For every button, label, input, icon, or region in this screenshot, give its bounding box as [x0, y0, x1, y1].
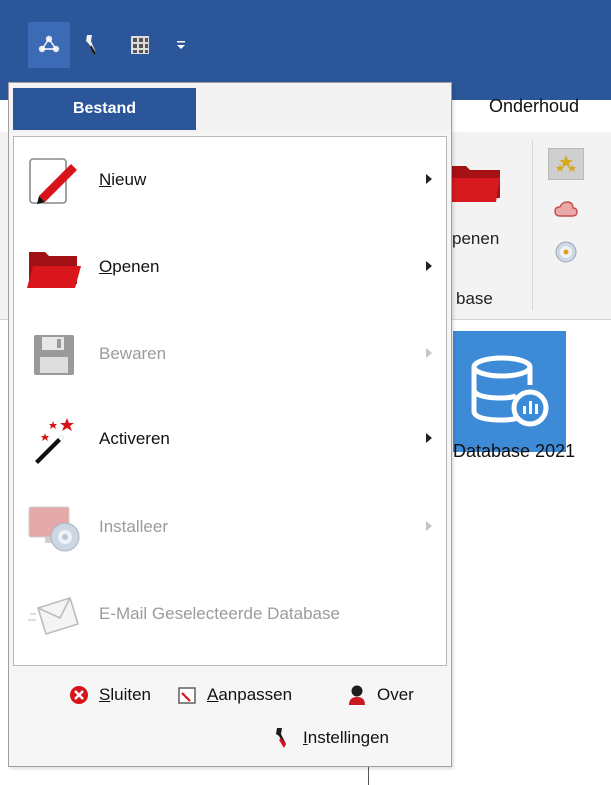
settings-button[interactable]: Instellingen — [271, 723, 389, 753]
menu-item-label: ieuw — [111, 170, 147, 189]
open-ribbon-label[interactable]: penen — [452, 229, 499, 249]
menu-item-bewaren: Bewaren — [14, 323, 446, 385]
menu-item-label: E-Mail Geselecteerde Database — [99, 604, 340, 623]
network-icon[interactable] — [28, 22, 70, 68]
envelope-icon — [26, 589, 82, 641]
new-document-icon — [26, 155, 82, 207]
open-folder-icon — [26, 242, 82, 294]
stars-icon[interactable] — [548, 148, 584, 180]
cloud-icon[interactable] — [548, 193, 584, 225]
close-label: luiten — [110, 685, 151, 704]
tab-onderhoud[interactable]: Onderhoud — [489, 96, 579, 117]
user-icon — [345, 683, 369, 707]
about-button[interactable]: Over — [345, 680, 414, 710]
database-label[interactable]: Database 2021 — [453, 441, 575, 462]
ribbon-group-label: base — [456, 289, 493, 308]
hotkey-a: A — [207, 685, 219, 704]
install-disc-icon — [26, 502, 82, 554]
grid-icon[interactable] — [128, 22, 152, 68]
menu-item-nieuw[interactable]: Nieuw — [14, 149, 446, 211]
hotkey-s: S — [99, 685, 111, 704]
close-circle-icon — [67, 683, 91, 707]
settings-label: nstellingen — [307, 728, 390, 747]
menu-item-email: E-Mail Geselecteerde Database — [14, 583, 446, 645]
database-icon — [471, 355, 548, 426]
save-icon — [26, 329, 82, 381]
hotkey-n: N — [99, 170, 112, 189]
hotkey-o: O — [99, 257, 113, 276]
cd-icon[interactable] — [548, 236, 584, 268]
settings-wrench-icon — [271, 726, 295, 750]
file-menu: Bestand Nieuw Openen Bewaren Activeren I… — [8, 82, 452, 767]
database-tile[interactable] — [453, 331, 566, 452]
menu-item-label: Installeer — [99, 517, 168, 536]
submenu-arrow-icon — [426, 433, 432, 443]
menu-item-label: Bewaren — [99, 344, 167, 363]
close-button[interactable]: Sluiten — [67, 680, 151, 710]
menu-item-activeren[interactable]: Activeren — [14, 408, 446, 470]
menu-item-label: Activeren — [99, 429, 170, 448]
open-ribbon-icon[interactable] — [452, 158, 500, 204]
wrench-icon[interactable] — [80, 22, 102, 68]
menu-item-label: penen — [112, 257, 160, 276]
menu-items-panel: Nieuw Openen Bewaren Activeren Installee… — [13, 136, 447, 666]
customize-qat-icon[interactable] — [172, 22, 190, 68]
menu-item-openen[interactable]: Openen — [14, 236, 446, 298]
customize-button[interactable]: Aanpassen — [175, 680, 292, 710]
submenu-arrow-icon — [426, 348, 432, 358]
menu-item-installeer: Installeer — [14, 496, 446, 558]
tab-bestand[interactable]: Bestand — [13, 88, 196, 130]
customize-icon — [175, 683, 199, 707]
about-label: Over — [377, 685, 414, 704]
ribbon-divider — [532, 140, 533, 310]
customize-label: anpassen — [218, 685, 293, 704]
menu-tabstrip: Bestand — [9, 83, 451, 133]
submenu-arrow-icon — [426, 261, 432, 271]
submenu-arrow-icon — [426, 174, 432, 184]
submenu-arrow-icon — [426, 521, 432, 531]
magic-wand-icon — [26, 414, 82, 466]
